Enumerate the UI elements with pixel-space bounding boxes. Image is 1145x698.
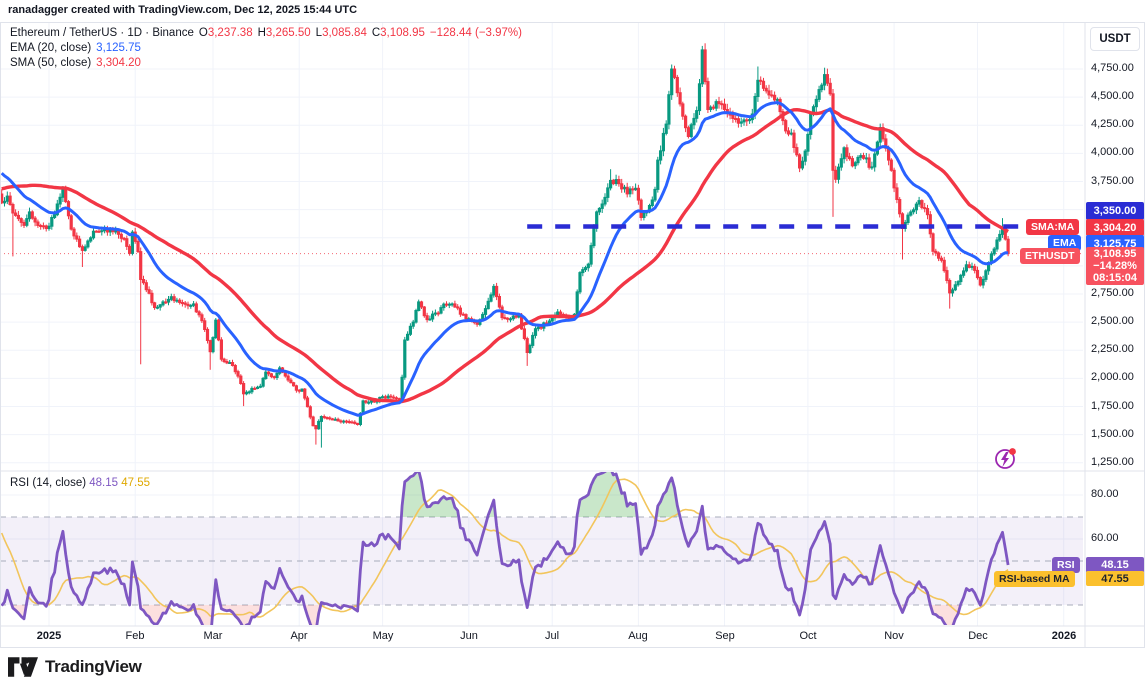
time-tick-label: 2026 [1051, 630, 1077, 642]
price-tick-label: 4,500.00 [1091, 90, 1134, 102]
sma-price-tag: 3,304.20 [1086, 219, 1144, 236]
price-tick-label: 4,750.00 [1091, 62, 1134, 74]
rsi-tick-label: 80.00 [1091, 488, 1119, 500]
time-tick-label: Aug [628, 630, 648, 642]
price-tick-label: 3,750.00 [1091, 175, 1134, 187]
time-tick-label: May [372, 630, 394, 642]
chart-canvas[interactable] [0, 0, 1145, 698]
rsi-ma-value: 47.55 [121, 477, 151, 489]
price-tick-label: 2,750.00 [1091, 287, 1134, 299]
sma-legend-row[interactable]: SMA (50, close) 3,304.20 [10, 56, 522, 70]
tradingview-logo-icon [8, 657, 38, 677]
rsi-tick-label: 60.00 [1091, 532, 1119, 544]
time-tick-label: Mar [203, 630, 223, 642]
time-tick-label: Feb [125, 630, 145, 642]
price-tick-label: 4,000.00 [1091, 146, 1134, 158]
rsi-legend-row[interactable]: RSI (14, close) 48.15 47.55 [10, 477, 150, 489]
change-value: −128.44 (−3.97%) [429, 27, 522, 39]
price-tick-label: 2,000.00 [1091, 371, 1134, 383]
price-tick-label: 2,250.00 [1091, 343, 1134, 355]
ema-label: EMA (20, close) [10, 42, 92, 54]
price-tick-label: 1,250.00 [1091, 456, 1134, 468]
rsi-value: 48.15 [89, 477, 119, 489]
open-value: O3,237.38 [198, 27, 253, 39]
price-tick-label: 1,750.00 [1091, 400, 1134, 412]
symbol-callout-chip: ETHUSDT [1020, 248, 1080, 264]
candlestick-series [0, 43, 1010, 448]
ema-value: 3,125.75 [96, 42, 141, 54]
time-tick-label: Sep [715, 630, 735, 642]
time-tick-label: Oct [799, 630, 817, 642]
rsi-label: RSI (14, close) [10, 477, 87, 489]
symbol-legend-row[interactable]: Ethereum / TetherUS · 1D · Binance O3,23… [10, 26, 522, 40]
rsi-ma-value-tag: 47.55 [1086, 571, 1144, 586]
low-value: L3,085.84 [315, 27, 367, 39]
main-legend: Ethereum / TetherUS · 1D · Binance O3,23… [10, 26, 522, 71]
time-tick-label: Jul [544, 630, 560, 642]
ema-line [0, 101, 1009, 417]
time-tick-label: Dec [968, 630, 988, 642]
last-price-tag: 3,108.95 −14.28% 08:15:04 [1086, 247, 1144, 285]
attribution-text: ranadagger created with TradingView.com,… [8, 4, 358, 16]
flash-events-icon[interactable] [995, 448, 1016, 469]
sma-callout-chip: SMA:MA [1026, 219, 1080, 235]
level-price-tag: 3,350.00 [1086, 202, 1144, 220]
symbol-title: Ethereum / TetherUS · 1D · Binance [10, 27, 194, 39]
high-value: H3,265.50 [257, 27, 311, 39]
tradingview-logo-text: TradingView [45, 657, 142, 676]
time-tick-label: Apr [290, 630, 308, 642]
price-tick-label: 4,250.00 [1091, 118, 1134, 130]
time-tick-label: Nov [884, 630, 904, 642]
tradingview-logo[interactable]: TradingView [8, 657, 142, 677]
sma-value: 3,304.20 [96, 57, 141, 69]
time-tick-label: 2025 [36, 630, 62, 642]
currency-toggle-button[interactable]: USDT [1090, 27, 1140, 51]
price-tick-label: 2,500.00 [1091, 315, 1134, 327]
price-tick-label: 1,500.00 [1091, 428, 1134, 440]
time-tick-label: Jun [460, 630, 478, 642]
sma-label: SMA (50, close) [10, 57, 92, 69]
rsi-ma-callout-chip: RSI-based MA [994, 571, 1075, 587]
close-value: C3,108.95 [371, 27, 425, 39]
moving-average-lines [0, 101, 1009, 417]
ema-legend-row[interactable]: EMA (20, close) 3,125.75 [10, 41, 522, 55]
